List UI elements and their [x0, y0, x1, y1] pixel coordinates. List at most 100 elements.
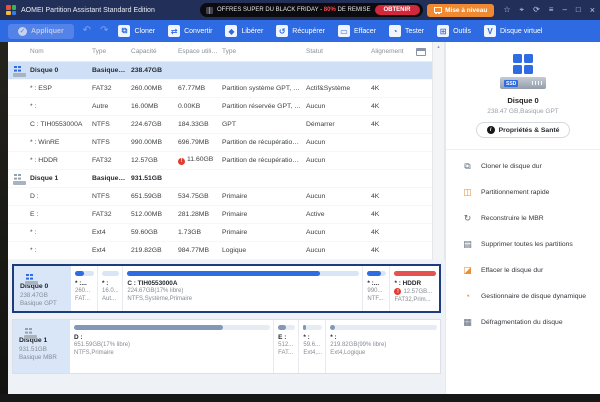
table-row-disk[interactable]: Disque 1Basique MBR931.51GB	[8, 170, 432, 188]
table-row-partition[interactable]: D :NTFS651.59GB534.75GBPrimaireAucun4K	[8, 188, 432, 206]
toolbar-disque-virtuel-button[interactable]: VDisque virtuel	[484, 25, 542, 37]
partition-segment[interactable]: C : TIH0553000A224.67GB(17% libre)NTFS,S…	[123, 266, 363, 311]
cell: 219.82GB	[131, 247, 178, 254]
table-row-partition[interactable]: C : TIH0553000ANTFS224.67GB184.33GBGPTDé…	[8, 116, 432, 134]
toolbar-convertir-button[interactable]: ⇄Convertir	[168, 25, 212, 37]
table-row-partition[interactable]: E :FAT32512.00MB281.28MBPrimaireActive4K	[8, 206, 432, 224]
disk-icon	[25, 274, 38, 285]
cell: 696.79MB	[178, 139, 222, 146]
cell: Aucun	[306, 229, 371, 236]
table-row-partition[interactable]: * : HDDRFAT3212.57GB!11.60GBPartition de…	[8, 152, 432, 170]
sidebar-action-disk-defrag[interactable]: ▦Défragmentation du disque	[446, 309, 600, 335]
toolbar-tester-button[interactable]: ◔Tester	[389, 25, 424, 37]
partition-table: Disque 0Basique GPT238.47GB* : ESPFAT322…	[8, 62, 432, 260]
toolbar-effacer-button[interactable]: ▭Effacer	[338, 25, 376, 37]
disk-icon	[24, 328, 37, 339]
pin-icon[interactable]: ⌖	[520, 6, 525, 14]
disk-icon	[13, 174, 26, 185]
sidebar-action-wipe-disk[interactable]: ◪Effacer le disque dur	[446, 257, 600, 283]
properties-health-button[interactable]: i Propriétés & Santé	[476, 122, 571, 138]
partition-segment[interactable]: * :59.6...Ext4,...	[299, 320, 326, 373]
cell: 931.51GB	[131, 175, 178, 182]
menu-icon[interactable]: ≡	[549, 6, 554, 14]
partition-segment[interactable]: E :512...FAT...	[274, 320, 299, 373]
cell: 512.00MB	[131, 211, 178, 218]
star-icon[interactable]: ☆	[503, 6, 510, 14]
cell: Partition système GPT, EFI	[222, 85, 306, 92]
partition-segment[interactable]: * :219.82GB(99% libre)Ext4,Logique	[326, 320, 440, 373]
close-button[interactable]: ×	[590, 6, 595, 15]
cell: 534.75GB	[178, 193, 222, 200]
redo-button[interactable]: ↷	[100, 26, 108, 36]
segment-label: * :	[330, 334, 437, 341]
scroll-up-icon[interactable]: ▴	[437, 44, 440, 50]
disque-virtuel-icon: V	[484, 25, 496, 37]
segment-fs: FAT...	[278, 350, 295, 356]
cell: Aucun	[306, 247, 371, 254]
column-settings-icon[interactable]	[416, 48, 426, 56]
app-window: AOMEI Partition Assistant Standard Editi…	[0, 0, 600, 402]
table-row-disk[interactable]: Disque 0Basique GPT238.47GB	[8, 62, 432, 80]
sidebar-action-clone-disk[interactable]: ⧉Cloner le disque dur	[446, 153, 600, 179]
cell: Active	[306, 211, 371, 218]
warning-icon: !	[178, 158, 185, 165]
cell: Disque 0	[30, 67, 92, 74]
disk-panel[interactable]: Disque 1931.51GBBasique MBRD :651.59GB(1…	[12, 319, 441, 374]
cell: Autre	[92, 103, 131, 110]
cell: Ext4	[92, 229, 131, 236]
minimize-button[interactable]: –	[562, 6, 566, 14]
toolbar-outils-button[interactable]: ⊞Outils	[437, 25, 471, 37]
undo-button[interactable]: ↶	[83, 26, 91, 36]
segment-label: E :	[278, 334, 295, 341]
cell: Basique GPT	[92, 67, 131, 74]
cell: Aucun	[306, 157, 371, 164]
cart-icon	[434, 7, 441, 13]
sidebar-action-quick-partition[interactable]: ◫Partitionnement rapide	[446, 179, 600, 205]
table-row-partition[interactable]: * :Ext4219.82GB984.77MBLogiqueAucun4K	[8, 242, 432, 260]
maximize-button[interactable]: □	[576, 6, 581, 14]
table-row-partition[interactable]: * : ESPFAT32260.00MB67.77MBPartition sys…	[8, 80, 432, 98]
table-scrollbar[interactable]: ▴ ▾	[432, 42, 445, 270]
toolbar-label: Effacer	[354, 28, 376, 35]
selected-disk-name: Disque 0	[446, 96, 600, 105]
cell: 651.59GB	[131, 193, 178, 200]
disk-panel[interactable]: Disque 0238.47GBBasique GPT* :...260...F…	[12, 264, 441, 313]
cell: * : ESP	[30, 85, 92, 92]
toolbar-liberer-button[interactable]: ◆Libérer	[225, 25, 263, 37]
titlebar: AOMEI Partition Assistant Standard Editi…	[0, 0, 600, 20]
table-row-partition[interactable]: * : WinRENTFS990.00MB696.79MBPartition d…	[8, 134, 432, 152]
cell: 0.00KB	[178, 103, 222, 110]
header-cell: Statut	[306, 48, 371, 55]
cell: Aucun	[306, 103, 371, 110]
partition-segment[interactable]: * :...990...NTF...	[363, 266, 390, 311]
toolbar-cloner-button[interactable]: ⧉Cloner	[118, 25, 155, 37]
sidebar-action-delete-all-partitions[interactable]: ▤Supprimer toutes les partitions	[446, 231, 600, 257]
toolbar-recuperer-button[interactable]: ↺Récupérer	[276, 25, 325, 37]
apply-button[interactable]: ✓ Appliquer	[8, 24, 74, 39]
segment-label: * : HDDR	[394, 280, 436, 287]
action-label: Reconstruire le MBR	[481, 215, 544, 222]
rebuild-mbr-icon: ↻	[462, 213, 473, 224]
disk-panel-info: Disque 0238.47GBBasique GPT	[14, 266, 71, 311]
obtenir-button[interactable]: OBTENIR	[375, 5, 420, 15]
disk-panel-capacity: 238.47GB	[20, 292, 71, 299]
action-label: Supprimer toutes les partitions	[481, 241, 573, 248]
cell: C : TIH0553000A	[30, 121, 92, 128]
refresh-icon[interactable]: ⟳	[533, 6, 540, 14]
table-row-partition[interactable]: * :Ext459.60GB1.73GBPrimaireAucun4K	[8, 224, 432, 242]
disk-actions-list: ⧉Cloner le disque dur◫Partitionnement ra…	[446, 153, 600, 335]
sidebar-action-rebuild-mbr[interactable]: ↻ Reconstruire le MBR	[446, 205, 600, 231]
partition-segment[interactable]: D :651.59GB(17% libre)NTFS,Primaire	[70, 320, 274, 373]
table-row-partition[interactable]: * :Autre16.00MB0.00KBPartition réservée …	[8, 98, 432, 116]
partition-segment[interactable]: * : HDDR!12.57GB...FAT32,Prim...	[390, 266, 439, 311]
black-friday-banner[interactable]: OFFRES SUPER DU BLACK FRIDAY - 80% DE RE…	[200, 3, 423, 17]
partition-segment[interactable]: * :16.0...Aut...	[98, 266, 123, 311]
segment-size: 651.59GB(17% libre)	[74, 342, 270, 348]
segment-fs: NTF...	[367, 296, 386, 302]
partition-segment[interactable]: * :...260...FAT...	[71, 266, 98, 311]
toolbar-label: Récupérer	[292, 28, 325, 35]
upgrade-button[interactable]: Mise à niveau	[427, 4, 494, 17]
sidebar-action-dynamic-disk-manager[interactable]: ◔Gestionnaire de disque dynamique	[446, 283, 600, 309]
segment-size: 59.6...	[303, 342, 322, 348]
segment-size: 219.82GB(99% libre)	[330, 342, 437, 348]
